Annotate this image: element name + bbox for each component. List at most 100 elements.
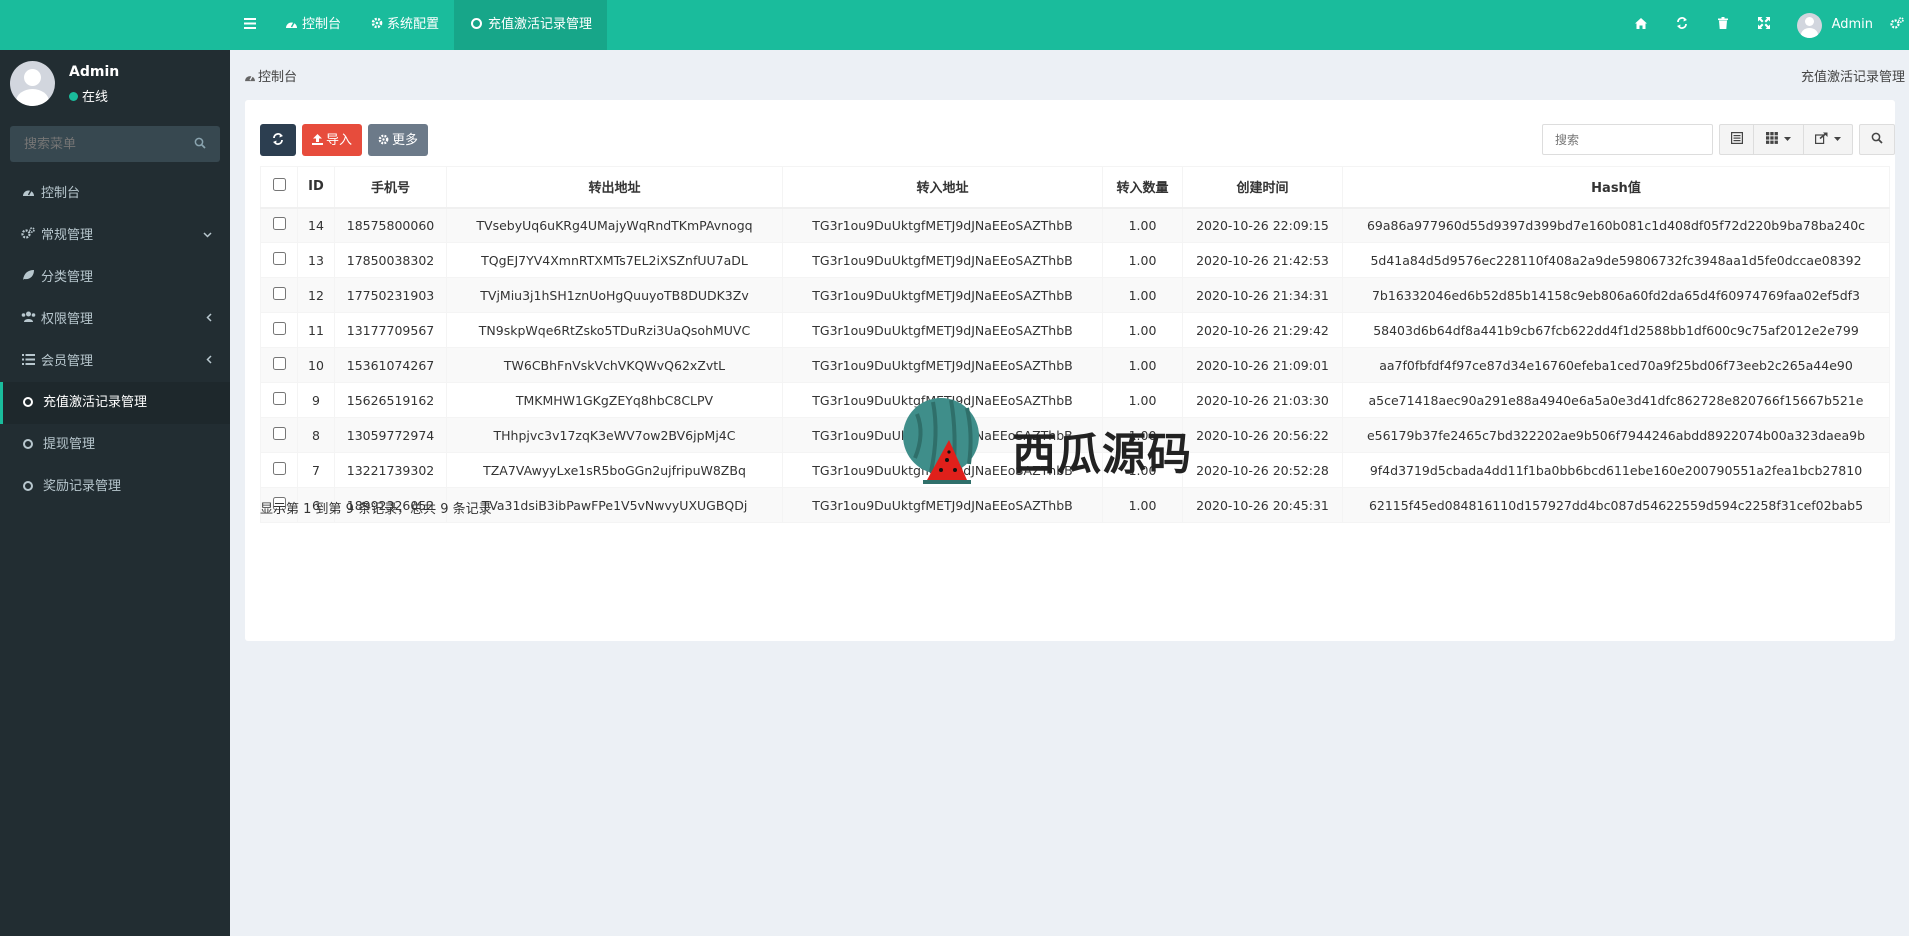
column-header-hash[interactable]: Hash值 bbox=[1342, 166, 1890, 209]
cell-hash: 62115f45ed084816110d157927dd4bc087d54622… bbox=[1342, 487, 1890, 523]
more-button[interactable]: 更多 bbox=[368, 124, 429, 156]
search-button[interactable] bbox=[1859, 124, 1895, 155]
column-header-to-address[interactable]: 转入地址 bbox=[782, 166, 1103, 209]
cell-id: 12 bbox=[297, 277, 335, 313]
row-checkbox[interactable] bbox=[272, 322, 286, 335]
row-checkbox[interactable] bbox=[272, 427, 286, 440]
sidebar-item-withdrawal[interactable]: 提现管理 bbox=[0, 424, 230, 466]
user-menu[interactable]: Admin bbox=[1785, 0, 1885, 50]
tab-dashboard[interactable]: 控制台 bbox=[270, 0, 356, 50]
chevron-down-icon bbox=[203, 214, 212, 256]
import-button[interactable]: 导入 bbox=[302, 124, 363, 156]
cell-phone: 13221739302 bbox=[334, 452, 447, 488]
table-row[interactable]: 10 15361074267 TW6CBhFnVskVchVKQWvQ62xZvtL… bbox=[260, 347, 1890, 383]
column-header-phone[interactable]: 手机号 bbox=[334, 166, 447, 209]
cell-id: 7 bbox=[297, 452, 335, 488]
table-row[interactable]: 12 17750231903 TVjMiu3j1hSH1znUoHgQuuyoTB8… bbox=[260, 277, 1890, 313]
table-row[interactable]: 9 15626519162 TMKMHW1GKgZEYq8hbC8CLPV TG3r1… bbox=[260, 382, 1890, 418]
circle-icon bbox=[471, 18, 483, 29]
avatar bbox=[10, 61, 55, 106]
row-checkbox[interactable] bbox=[272, 287, 286, 300]
table-row[interactable]: 8 13059772974 THhpjvc3v17zqK3eWV7ow2BV6jpM… bbox=[260, 417, 1890, 453]
row-checkbox[interactable] bbox=[272, 357, 286, 370]
cell-id: 11 bbox=[297, 312, 335, 348]
fullscreen-icon[interactable] bbox=[1744, 0, 1785, 50]
cell-id: 14 bbox=[297, 207, 335, 243]
cell-to-address: TG3r1ou9DuUktgfMETJ9dJNaEEoSAZThbB bbox=[782, 417, 1103, 453]
cell-hash: 5d41a84d5d9576ec228110f408a2a9de59806732… bbox=[1342, 242, 1890, 278]
sidebar-item-label: 奖励记录管理 bbox=[43, 479, 122, 494]
cogs-icon[interactable] bbox=[1885, 0, 1909, 50]
cell-to-address: TG3r1ou9DuUktgfMETJ9dJNaEEoSAZThbB bbox=[782, 487, 1103, 523]
tab-label: 充值激活记录管理 bbox=[488, 17, 593, 32]
row-checkbox[interactable] bbox=[272, 217, 286, 231]
sidebar-item-members[interactable]: 会员管理 bbox=[0, 340, 230, 382]
sidebar-search bbox=[10, 126, 220, 162]
dashboard-icon bbox=[285, 17, 302, 32]
select-all-checkbox[interactable] bbox=[272, 178, 286, 192]
cell-from-address: TN9skpWqe6RtZsko5TDuRzi3UaQsohMUVC bbox=[446, 312, 783, 348]
cell-phone: 13177709567 bbox=[334, 312, 447, 348]
row-checkbox[interactable] bbox=[272, 392, 286, 405]
export-dropdown-button[interactable] bbox=[1803, 124, 1853, 155]
column-header-id[interactable]: ID bbox=[297, 166, 335, 209]
column-header-amount[interactable]: 转入数量 bbox=[1102, 166, 1183, 209]
table-body: 14 18575800060 TVsebyUq6uKRg4UMajyWqRndTKm… bbox=[260, 207, 1890, 523]
cell-created-at: 2020-10-26 20:56:22 bbox=[1182, 417, 1343, 453]
refresh-icon[interactable] bbox=[1662, 0, 1703, 50]
table-row[interactable]: 7 13221739302 TZA7VAwyyLxe1sR5boGGn2ujfrip… bbox=[260, 452, 1890, 488]
cell-to-address: TG3r1ou9DuUktgfMETJ9dJNaEEoSAZThbB bbox=[782, 312, 1103, 348]
circle-icon bbox=[23, 439, 33, 449]
cell-phone: 17850038302 bbox=[334, 242, 447, 278]
cell-amount: 1.00 bbox=[1102, 347, 1183, 383]
row-checkbox[interactable] bbox=[272, 252, 286, 265]
search-input[interactable] bbox=[1542, 124, 1713, 155]
row-select-cell bbox=[260, 207, 298, 243]
user-panel: Admin 在线 bbox=[0, 50, 230, 116]
cell-from-address: TQgEJ7YV4XmnRTXMTs7EL2iXSZnfUU7aDL bbox=[446, 242, 783, 278]
cell-hash: 58403d6b64df8a441b9cb67fcb622dd4f1d2588b… bbox=[1342, 312, 1890, 348]
table-row[interactable]: 6 18992326052 TVa31dsiB3ibPawFPe1V5vNwvyUX… bbox=[260, 487, 1890, 523]
home-icon[interactable] bbox=[1621, 0, 1662, 50]
tab-label: 控制台 bbox=[302, 17, 342, 32]
table-header-row: ID 手机号 转出地址 转入地址 转入数量 创建时间 Hash值 bbox=[260, 166, 1890, 209]
sidebar-item-dashboard[interactable]: 控制台 bbox=[0, 172, 230, 214]
chevron-left-icon bbox=[206, 298, 212, 340]
row-checkbox[interactable] bbox=[272, 462, 286, 475]
search-icon[interactable] bbox=[194, 137, 206, 153]
column-header-from-address[interactable]: 转出地址 bbox=[446, 166, 783, 209]
breadcrumb[interactable]: 控制台 bbox=[244, 66, 297, 85]
cell-created-at: 2020-10-26 22:09:15 bbox=[1182, 207, 1343, 243]
cell-phone: 15626519162 bbox=[334, 382, 447, 418]
sidebar-item-label: 权限管理 bbox=[41, 312, 94, 327]
cell-hash: aa7f0fbfdf4f97ce87d34e16760efeba1ced70a9… bbox=[1342, 347, 1890, 383]
table-row[interactable]: 13 17850038302 TQgEJ7YV4XmnRTXMTs7EL2iXSZn… bbox=[260, 242, 1890, 278]
sidebar-toggle[interactable] bbox=[230, 0, 270, 50]
leaf-icon bbox=[21, 256, 35, 298]
table-row[interactable]: 14 18575800060 TVsebyUq6uKRg4UMajyWqRndTKm… bbox=[260, 207, 1890, 243]
trash-icon[interactable] bbox=[1703, 0, 1744, 50]
table-row[interactable]: 11 13177709567 TN9skpWqe6RtZsko5TDuRzi3UaQ… bbox=[260, 312, 1890, 348]
tab-recharge-records[interactable]: 充值激活记录管理 bbox=[454, 0, 608, 50]
sidebar-item-recharge-records[interactable]: 充值激活记录管理 bbox=[0, 382, 230, 424]
row-select-cell bbox=[260, 277, 298, 313]
logo-area bbox=[0, 0, 230, 50]
cell-amount: 1.00 bbox=[1102, 312, 1183, 348]
sidebar-search-input[interactable] bbox=[10, 126, 180, 162]
sidebar-item-label: 提现管理 bbox=[43, 437, 96, 452]
tab-system-config[interactable]: 系统配置 bbox=[356, 0, 454, 50]
breadcrumb-label: 控制台 bbox=[258, 70, 298, 85]
sidebar-item-category[interactable]: 分类管理 bbox=[0, 256, 230, 298]
view-toggle-group bbox=[1719, 124, 1853, 155]
sidebar-item-general[interactable]: 常规管理 bbox=[0, 214, 230, 256]
main-content: 控制台 充值激活记录管理 导入 更多 搜索 ID 手机号 转出地址 转入地址 转… bbox=[230, 50, 1909, 936]
sidebar-item-rewards[interactable]: 奖励记录管理 bbox=[0, 466, 230, 508]
columns-dropdown-button[interactable] bbox=[1753, 124, 1804, 155]
sidebar-item-permission[interactable]: 权限管理 bbox=[0, 298, 230, 340]
column-header-created-at[interactable]: 创建时间 bbox=[1182, 166, 1343, 209]
cell-to-address: TG3r1ou9DuUktgfMETJ9dJNaEEoSAZThbB bbox=[782, 207, 1103, 243]
refresh-button[interactable] bbox=[260, 124, 296, 156]
tab-label: 系统配置 bbox=[387, 17, 440, 32]
card-view-button[interactable] bbox=[1719, 124, 1754, 155]
cell-to-address: TG3r1ou9DuUktgfMETJ9dJNaEEoSAZThbB bbox=[782, 347, 1103, 383]
